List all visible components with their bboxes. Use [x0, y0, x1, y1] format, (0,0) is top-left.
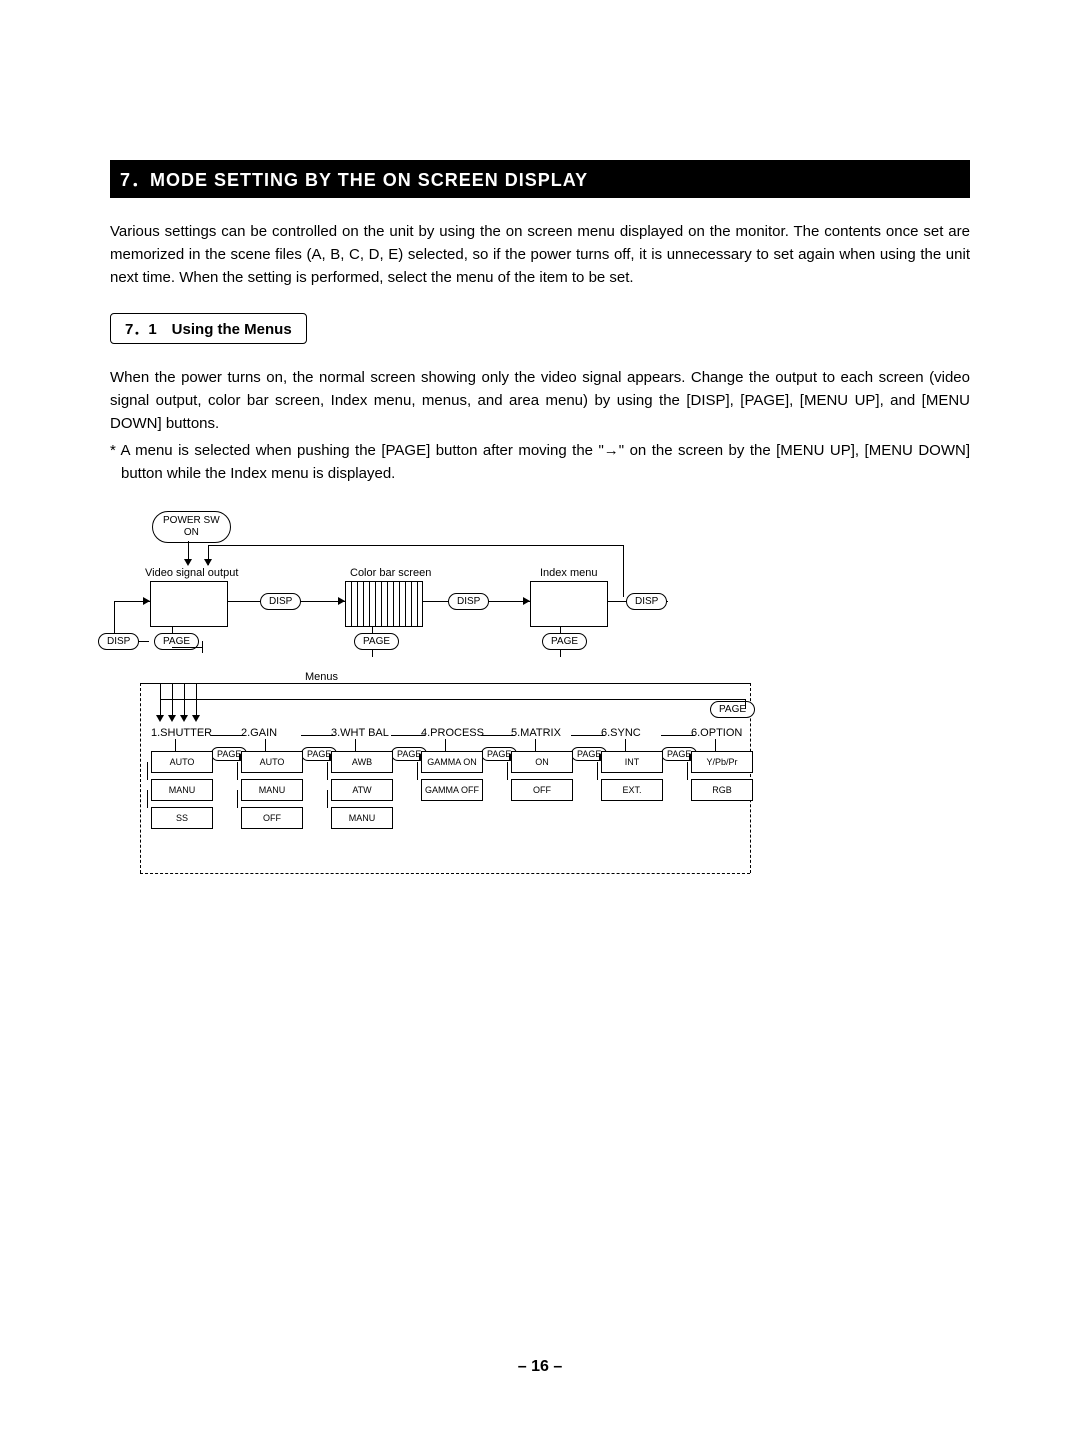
menu-option: AWB: [331, 751, 393, 773]
screen-index: [530, 581, 608, 627]
menu-header: 4.PROCESS: [421, 727, 484, 739]
menu-option: AUTO: [241, 751, 303, 773]
menu-option: INT: [601, 751, 663, 773]
menu-header: 2.GAIN: [241, 727, 277, 739]
subsection-title: 7．1 Using the Menus: [110, 313, 307, 344]
menu-option: MANU: [151, 779, 213, 801]
footnote-menu-select: * A menu is selected when pushing the [P…: [110, 439, 970, 485]
menu-header: 6.SYNC: [601, 727, 641, 739]
menu-option: MANU: [331, 807, 393, 829]
disp-oval-return: DISP: [98, 633, 139, 650]
menu-option: AUTO: [151, 751, 213, 773]
page-oval-mid: PAGE: [354, 633, 399, 650]
menu-header: 6.OPTION: [691, 727, 742, 739]
menu-option: RGB: [691, 779, 753, 801]
screen-colorbar: [345, 581, 423, 627]
page-oval-right: PAGE: [542, 633, 587, 650]
menus-label: Menus: [305, 671, 338, 683]
menu-option: GAMMA OFF: [421, 779, 483, 801]
menu-option: ATW: [331, 779, 393, 801]
paragraph-usage: When the power turns on, the normal scre…: [110, 366, 970, 435]
paragraph-intro: Various settings can be controlled on th…: [110, 220, 970, 289]
page-oval-loop: PAGE: [710, 701, 755, 718]
menu-option: MANU: [241, 779, 303, 801]
menu-header: 3.WHT BAL: [331, 727, 389, 739]
menu-option: Y/Pb/Pr: [691, 751, 753, 773]
menu-option: OFF: [241, 807, 303, 829]
label-index-menu: Index menu: [540, 567, 597, 579]
screen-video: [150, 581, 228, 627]
label-video-output: Video signal output: [145, 567, 238, 579]
section-title: 7．MODE SETTING BY THE ON SCREEN DISPLAY: [110, 160, 970, 198]
power-sw-oval: POWER SWON: [152, 511, 231, 543]
menu-header: 1.SHUTTER: [151, 727, 212, 739]
menu-flow-diagram: POWER SWON Video signal output Color bar…: [110, 511, 970, 891]
label-color-bar: Color bar screen: [350, 567, 431, 579]
disp-oval-2: DISP: [448, 593, 489, 610]
menu-option: OFF: [511, 779, 573, 801]
menu-option: EXT.: [601, 779, 663, 801]
menu-option: ON: [511, 751, 573, 773]
menu-option: GAMMA ON: [421, 751, 483, 773]
disp-oval-1: DISP: [260, 593, 301, 610]
menu-option: SS: [151, 807, 213, 829]
disp-oval-3: DISP: [626, 593, 667, 610]
page-number: – 16 –: [0, 1358, 1080, 1376]
menu-header: 5.MATRIX: [511, 727, 561, 739]
